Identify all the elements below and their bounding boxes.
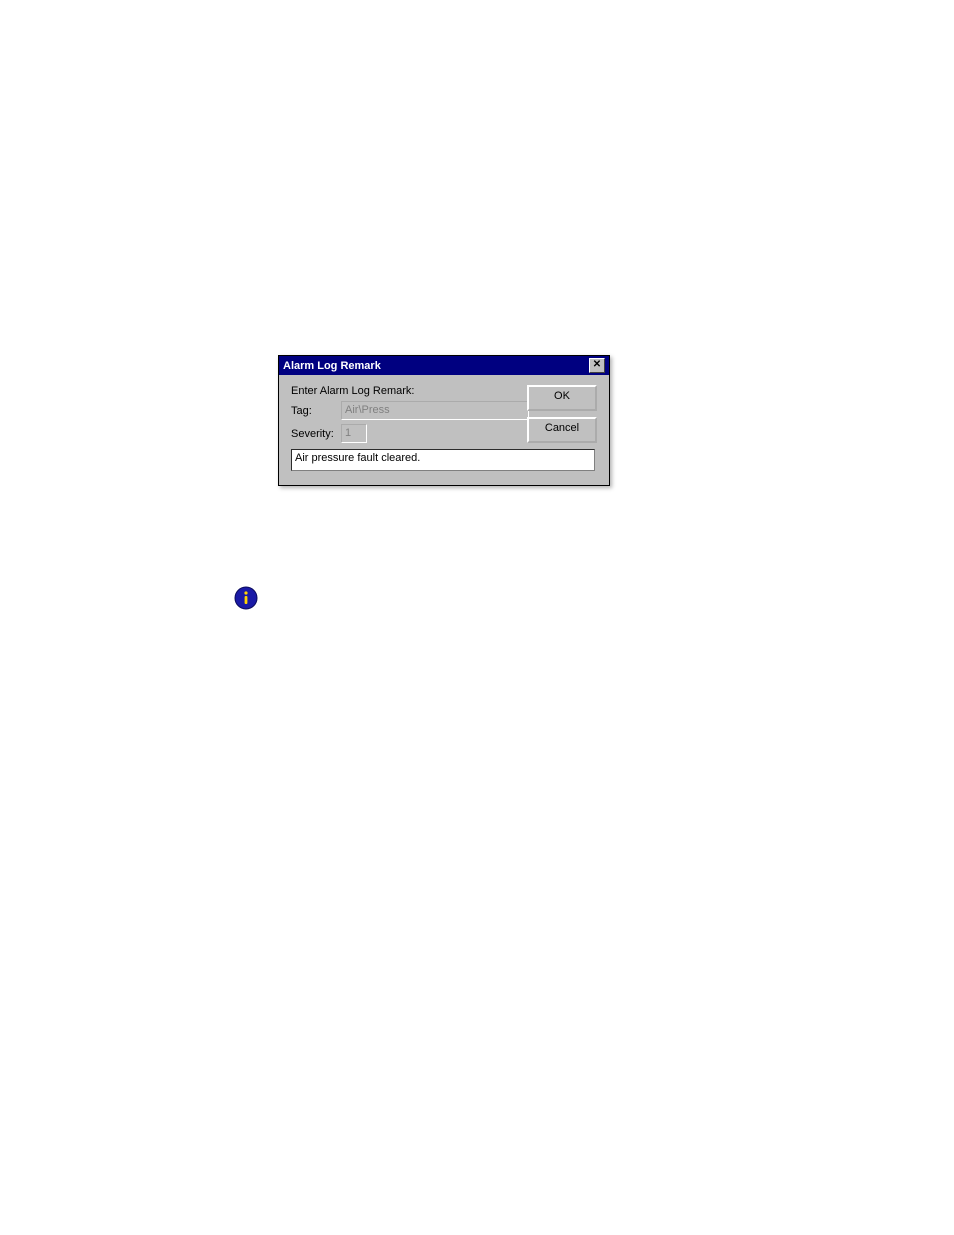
ok-button[interactable]: OK bbox=[527, 385, 597, 411]
prompt-label: Enter Alarm Log Remark: bbox=[291, 385, 415, 397]
close-button[interactable]: ✕ bbox=[589, 358, 605, 373]
tag-label: Tag: bbox=[291, 405, 341, 417]
cancel-button[interactable]: Cancel bbox=[527, 417, 597, 443]
info-icon bbox=[234, 586, 258, 610]
remark-input[interactable]: Air pressure fault cleared. bbox=[291, 449, 595, 471]
tag-field: Air\Press bbox=[341, 401, 529, 420]
button-column: OK Cancel bbox=[527, 385, 597, 443]
dialog-titlebar: Alarm Log Remark ✕ bbox=[279, 356, 609, 375]
severity-field: 1 bbox=[341, 424, 367, 443]
alarm-log-remark-dialog: Alarm Log Remark ✕ Enter Alarm Log Remar… bbox=[278, 355, 610, 486]
severity-label: Severity: bbox=[291, 428, 341, 440]
dialog-title: Alarm Log Remark bbox=[283, 360, 381, 372]
close-icon: ✕ bbox=[593, 359, 601, 370]
dialog-body: Enter Alarm Log Remark: Tag: Air\Press S… bbox=[279, 375, 609, 485]
